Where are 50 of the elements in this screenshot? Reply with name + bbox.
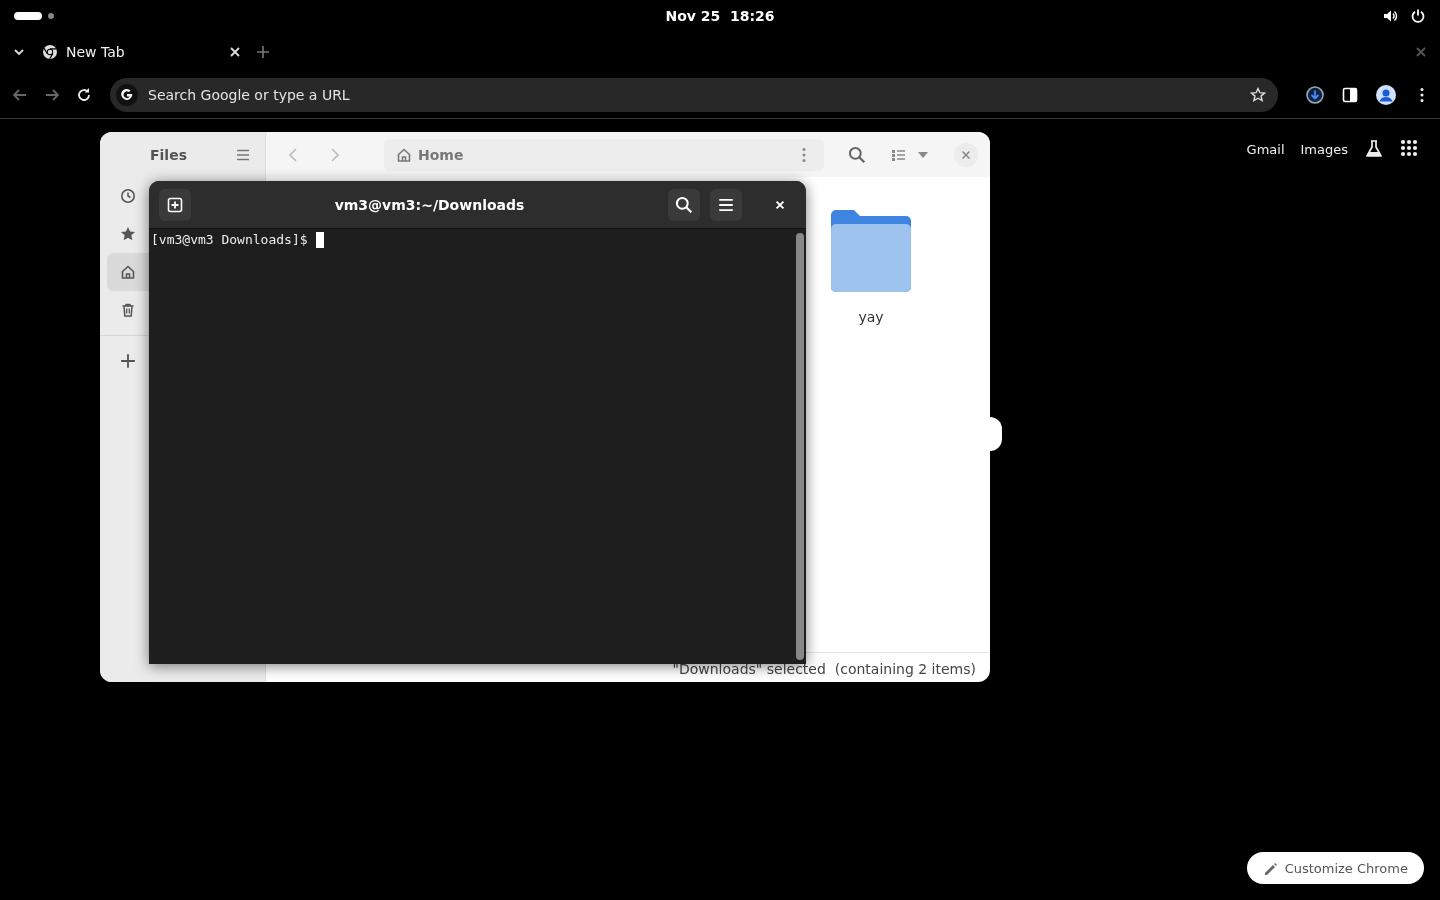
window-title: vm3@vm3:~/Downloads <box>333 196 526 213</box>
plus-icon <box>120 353 136 369</box>
customize-chrome-button[interactable]: Customize Chrome <box>1246 852 1424 884</box>
text-cursor <box>315 232 324 248</box>
close-icon[interactable] <box>228 45 242 59</box>
search-icon <box>675 195 693 214</box>
chrome-icon <box>42 44 58 60</box>
reload-icon[interactable] <box>76 87 92 103</box>
window-title: Files <box>150 146 187 163</box>
search-icon[interactable] <box>848 145 866 164</box>
side-panel-icon[interactable] <box>1342 87 1358 103</box>
volume-icon[interactable] <box>1382 8 1398 24</box>
trash-icon <box>120 302 136 318</box>
pencil-icon <box>1262 861 1277 875</box>
clock[interactable]: Nov 25 18:26 <box>665 8 775 24</box>
plus-icon[interactable] <box>256 45 270 59</box>
circle-handle[interactable] <box>990 417 1002 451</box>
menu-button[interactable] <box>710 188 742 221</box>
header-link[interactable]: Gmail <box>1246 141 1285 157</box>
new-tab-button[interactable] <box>159 188 191 221</box>
power-icon[interactable] <box>1410 8 1426 24</box>
path-bar[interactable]: Home <box>384 138 824 171</box>
avatar-icon[interactable] <box>1376 85 1396 105</box>
address-input[interactable]: Search Google or type a URL <box>146 86 1242 104</box>
back-icon[interactable] <box>12 87 28 103</box>
scrollbar-thumb[interactable] <box>796 233 804 660</box>
header-link[interactable]: Images <box>1300 141 1348 157</box>
forward-icon[interactable] <box>44 87 60 103</box>
browser-tab[interactable]: New Tab <box>34 35 248 69</box>
download-icon[interactable] <box>1306 86 1324 104</box>
search-button[interactable] <box>668 188 700 221</box>
close-icon <box>960 148 972 161</box>
labs-icon[interactable] <box>1364 139 1384 159</box>
terminal-prompt: [vm3@vm3 Downloads]$ <box>151 232 308 247</box>
status-text: "Downloads" selected (containing 2 items) <box>672 661 976 677</box>
star-icon[interactable] <box>1250 87 1266 103</box>
file-name[interactable]: yay <box>858 309 884 325</box>
star-icon <box>120 226 136 242</box>
workspace-dot[interactable] <box>48 13 54 19</box>
folder-icon[interactable] <box>831 209 911 293</box>
home-icon <box>396 146 412 163</box>
close-icon[interactable] <box>774 198 786 211</box>
address-bar[interactable]: Search Google or type a URL <box>110 78 1278 112</box>
google-icon <box>119 87 135 103</box>
workspace-indicator[interactable] <box>14 12 42 20</box>
new-tab-icon <box>167 196 183 213</box>
home-icon <box>120 264 136 280</box>
clock-icon <box>120 188 136 204</box>
sidebar-item[interactable] <box>107 253 149 291</box>
apps-grid-icon[interactable] <box>1400 139 1420 159</box>
